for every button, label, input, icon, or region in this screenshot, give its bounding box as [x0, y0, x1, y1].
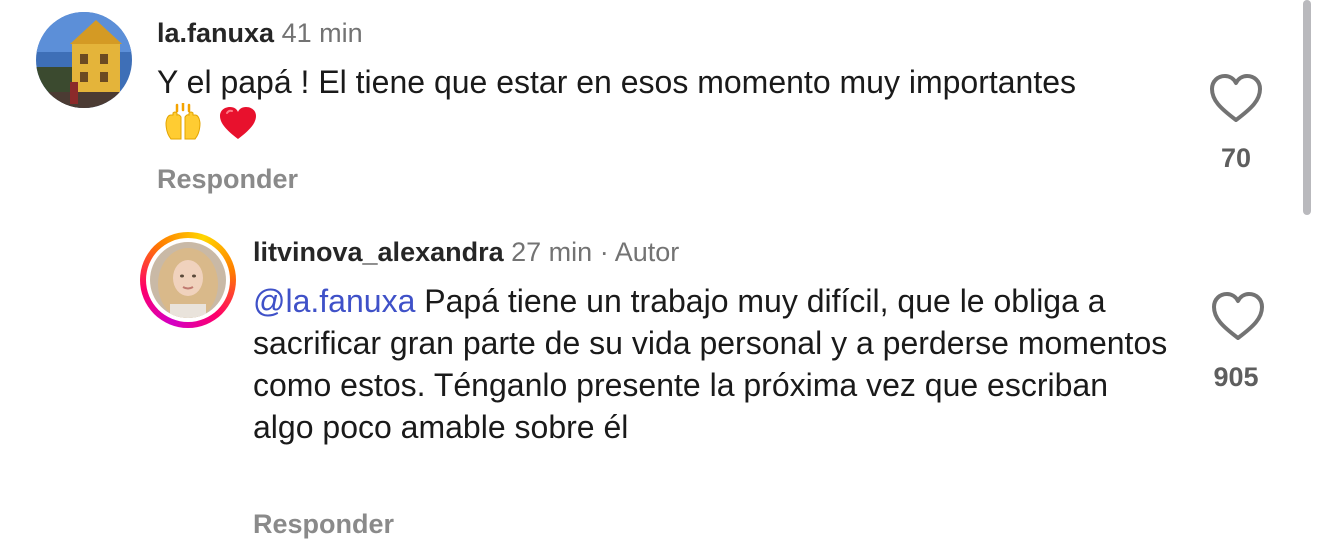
heart-outline-icon [1212, 292, 1264, 340]
comment-text: @la.fanuxa Papá tiene un trabajo muy dif… [253, 280, 1173, 448]
comment-body: Y el papá ! El tiene que estar en esos m… [157, 64, 1077, 100]
avatar-photo [36, 12, 132, 108]
comment-time: 27 min [511, 237, 593, 267]
username[interactable]: la.fanuxa [157, 18, 274, 48]
scrollbar[interactable] [1303, 0, 1311, 215]
avatar[interactable] [36, 12, 132, 108]
like-count: 70 [1220, 143, 1252, 173]
username[interactable]: litvinova_alexandra [253, 237, 504, 267]
comment-text: Y el papá ! El tiene que estar en esos m… [157, 61, 1117, 151]
like-count: 905 [1213, 362, 1259, 392]
heart-outline-icon [1210, 74, 1262, 122]
comment-meta: la.fanuxa 41 min [157, 16, 363, 50]
like-button[interactable] [1208, 288, 1268, 344]
reply-button[interactable]: Responder [253, 507, 394, 541]
comment-meta: litvinova_alexandra 27 min · Autor [253, 235, 679, 269]
comment-time: 41 min [281, 18, 363, 48]
comments-page: la.fanuxa 41 min Y el papá ! El tiene qu… [0, 0, 1320, 559]
story-ring[interactable] [140, 232, 236, 328]
avatar-photo [150, 242, 226, 318]
mention-link[interactable]: @la.fanuxa [253, 283, 415, 319]
separator: · [599, 237, 609, 267]
author-badge: Autor [614, 237, 680, 267]
red-heart-icon [218, 105, 258, 151]
raising-hands-icon [163, 101, 203, 151]
avatar[interactable] [150, 242, 226, 318]
like-button[interactable] [1206, 70, 1266, 126]
reply-button[interactable]: Responder [157, 162, 298, 196]
